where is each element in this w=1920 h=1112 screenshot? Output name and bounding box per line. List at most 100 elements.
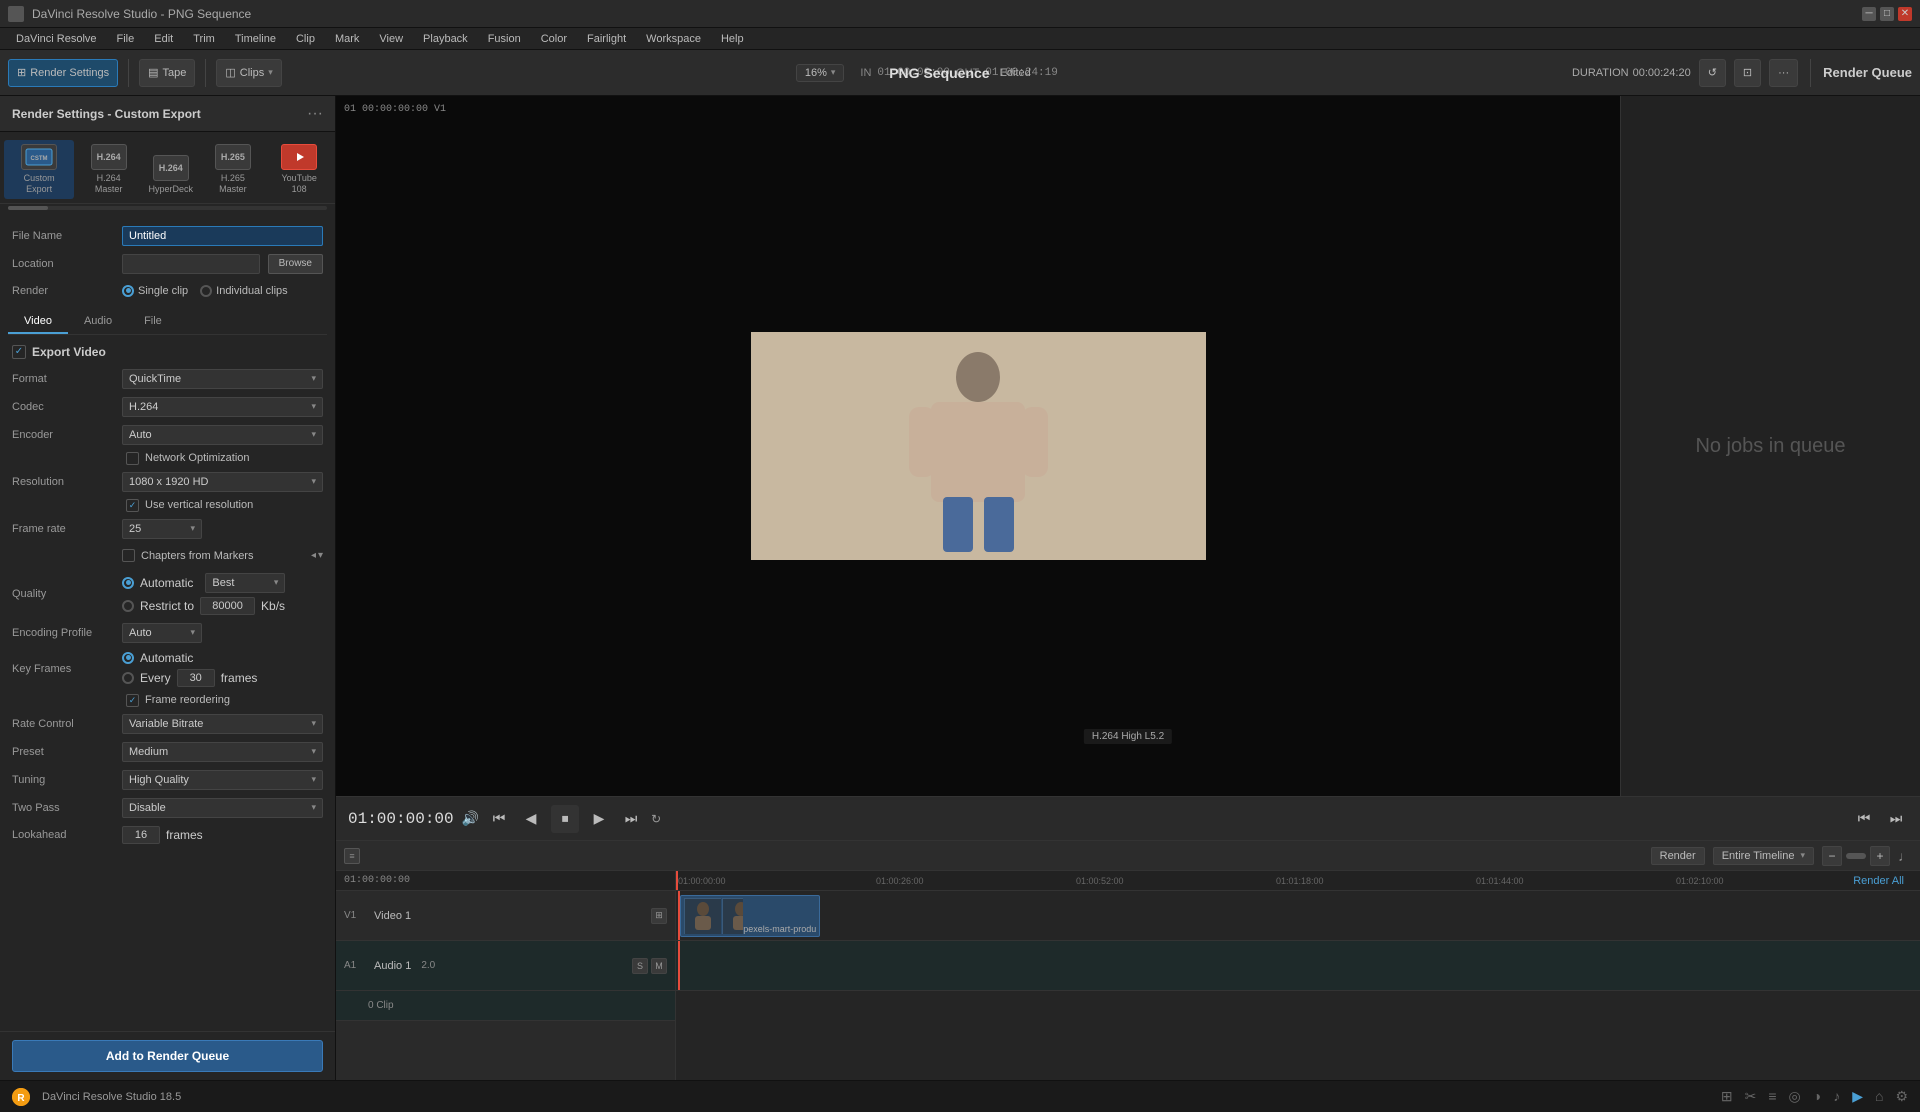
- prev-clip-button[interactable]: ⏮: [1852, 807, 1876, 831]
- volume-icon[interactable]: 🔊: [462, 810, 479, 827]
- prev-frame-button[interactable]: ◀: [519, 807, 543, 831]
- frame-rate-select[interactable]: 25 ▾: [122, 519, 202, 539]
- presets-slider-thumb: [8, 206, 48, 210]
- status-icon-cut[interactable]: ✂: [1745, 1088, 1757, 1105]
- menu-clip[interactable]: Clip: [288, 31, 323, 47]
- export-video-section[interactable]: Export Video: [0, 339, 335, 365]
- file-name-input[interactable]: [122, 226, 323, 246]
- status-icon-color[interactable]: ◑: [1813, 1088, 1821, 1105]
- chapters-arrows[interactable]: ◂ ▾: [311, 550, 323, 561]
- quality-restrict-radio[interactable]: [122, 600, 134, 612]
- tuning-select[interactable]: High Quality ▾: [122, 770, 323, 790]
- a1-m-button[interactable]: M: [651, 958, 667, 974]
- menu-fairlight[interactable]: Fairlight: [579, 31, 634, 47]
- more-button[interactable]: ···: [1769, 59, 1798, 87]
- export-video-checkbox[interactable]: [12, 345, 26, 359]
- status-icon-home[interactable]: ⌂: [1875, 1088, 1883, 1105]
- preset-h265[interactable]: H.265 H.265 Master: [201, 140, 266, 199]
- next-clip-button[interactable]: ⏭: [1884, 807, 1908, 831]
- resolution-select[interactable]: 1080 x 1920 HD ▾: [122, 472, 323, 492]
- menu-playback[interactable]: Playback: [415, 31, 476, 47]
- zoom-slider[interactable]: [1846, 853, 1866, 859]
- menu-workspace[interactable]: Workspace: [638, 31, 709, 47]
- frame-reordering-checkbox[interactable]: [126, 694, 139, 707]
- loop-icon[interactable]: ↻: [651, 812, 661, 826]
- quality-best-select[interactable]: Best ▾: [205, 573, 285, 593]
- network-opt-row: Network Optimization: [0, 449, 335, 468]
- entire-timeline-dropdown[interactable]: Entire Timeline ▾: [1713, 847, 1814, 865]
- menu-mark[interactable]: Mark: [327, 31, 367, 47]
- lookahead-value-input[interactable]: [122, 826, 160, 844]
- encoding-profile-select[interactable]: Auto ▾: [122, 623, 202, 643]
- status-icon-edit[interactable]: ≡: [1768, 1088, 1776, 1105]
- two-pass-select[interactable]: Disable ▾: [122, 798, 323, 818]
- quality-auto-radio[interactable]: [122, 577, 134, 589]
- status-icon-fusion[interactable]: ◎: [1789, 1088, 1801, 1105]
- a1-s-button[interactable]: S: [632, 958, 648, 974]
- individual-clips-radio[interactable]: Individual clips: [200, 285, 288, 297]
- skip-to-start-button[interactable]: ⏮: [487, 807, 511, 831]
- tab-audio[interactable]: Audio: [68, 310, 128, 334]
- single-clip-radio[interactable]: Single clip: [122, 285, 188, 297]
- render-dropdown[interactable]: Render: [1651, 847, 1705, 865]
- menu-trim[interactable]: Trim: [185, 31, 223, 47]
- menu-fusion[interactable]: Fusion: [480, 31, 529, 47]
- close-button[interactable]: ✕: [1898, 7, 1912, 21]
- rate-control-select[interactable]: Variable Bitrate ▾: [122, 714, 323, 734]
- status-icon-deliver[interactable]: ▶: [1852, 1088, 1863, 1105]
- location-input[interactable]: [122, 254, 260, 274]
- tab-video[interactable]: Video: [8, 310, 68, 334]
- window-controls[interactable]: ─ □ ✕: [1862, 7, 1912, 21]
- vertical-res-checkbox[interactable]: [126, 499, 139, 512]
- tape-button[interactable]: ▤ Tape: [139, 59, 195, 87]
- presets-slider[interactable]: [8, 206, 327, 210]
- tab-file[interactable]: File: [128, 310, 178, 334]
- menu-help[interactable]: Help: [713, 31, 752, 47]
- timeline-view-icon[interactable]: ≡: [344, 848, 360, 864]
- v1-track-lane[interactable]: pexels-mart-production-9558198 ...: [676, 891, 1920, 941]
- menu-edit[interactable]: Edit: [146, 31, 181, 47]
- key-frames-auto-radio[interactable]: [122, 652, 134, 664]
- status-icon-fairlight[interactable]: ♪: [1833, 1088, 1840, 1105]
- layout-button[interactable]: ⊡: [1734, 59, 1761, 87]
- preset-custom[interactable]: CSTM Custom Export: [4, 140, 74, 199]
- browse-button[interactable]: Browse: [268, 254, 323, 274]
- video-clip-1[interactable]: pexels-mart-production-9558198 ...: [680, 895, 820, 937]
- minimize-button[interactable]: ─: [1862, 7, 1876, 21]
- preset-h264-master[interactable]: H.264 H.264 Master: [76, 140, 141, 199]
- menu-view[interactable]: View: [371, 31, 411, 47]
- zoom-out-button[interactable]: −: [1822, 846, 1842, 866]
- network-opt-checkbox[interactable]: [126, 452, 139, 465]
- zoom-in-button[interactable]: +: [1870, 846, 1890, 866]
- a1-track-lane[interactable]: [676, 941, 1920, 991]
- refresh-button[interactable]: ↺: [1699, 59, 1726, 87]
- format-select[interactable]: QuickTime ▾: [122, 369, 323, 389]
- skip-to-end-button[interactable]: ⏭: [619, 807, 643, 831]
- status-icon-media[interactable]: ⊞: [1721, 1088, 1733, 1105]
- audio-icon[interactable]: ♩: [1898, 848, 1912, 864]
- chapters-checkbox[interactable]: [122, 549, 135, 562]
- key-frames-value-input[interactable]: [177, 669, 215, 687]
- menu-color[interactable]: Color: [533, 31, 575, 47]
- menu-davinci[interactable]: DaVinci Resolve: [8, 31, 105, 47]
- clips-button[interactable]: ◫ Clips ▾: [216, 59, 281, 87]
- stop-button[interactable]: ⏹: [551, 805, 579, 833]
- menu-timeline[interactable]: Timeline: [227, 31, 284, 47]
- media-pool-button[interactable]: ⊞ Render Settings: [8, 59, 118, 87]
- status-icon-settings[interactable]: ⚙: [1895, 1088, 1908, 1105]
- add-to-render-queue-button[interactable]: Add to Render Queue: [12, 1040, 323, 1072]
- preset-hyperdeck[interactable]: H.264 HyperDeck: [143, 151, 199, 199]
- maximize-button[interactable]: □: [1880, 7, 1894, 21]
- key-frames-every-radio[interactable]: [122, 672, 134, 684]
- encoder-select[interactable]: Auto ▾: [122, 425, 323, 445]
- preset-youtube[interactable]: YouTube 108: [267, 140, 331, 199]
- render-all-button[interactable]: Render All: [1853, 875, 1904, 887]
- preset-select[interactable]: Medium ▾: [122, 742, 323, 762]
- zoom-control[interactable]: 16% ▾: [796, 64, 845, 82]
- restrict-value-input[interactable]: [200, 597, 255, 615]
- panel-options-button[interactable]: ···: [307, 105, 323, 123]
- codec-select[interactable]: H.264 ▾: [122, 397, 323, 417]
- v1-grid-icon[interactable]: ⊞: [651, 908, 667, 924]
- menu-file[interactable]: File: [109, 31, 143, 47]
- play-button[interactable]: ▶: [587, 807, 611, 831]
